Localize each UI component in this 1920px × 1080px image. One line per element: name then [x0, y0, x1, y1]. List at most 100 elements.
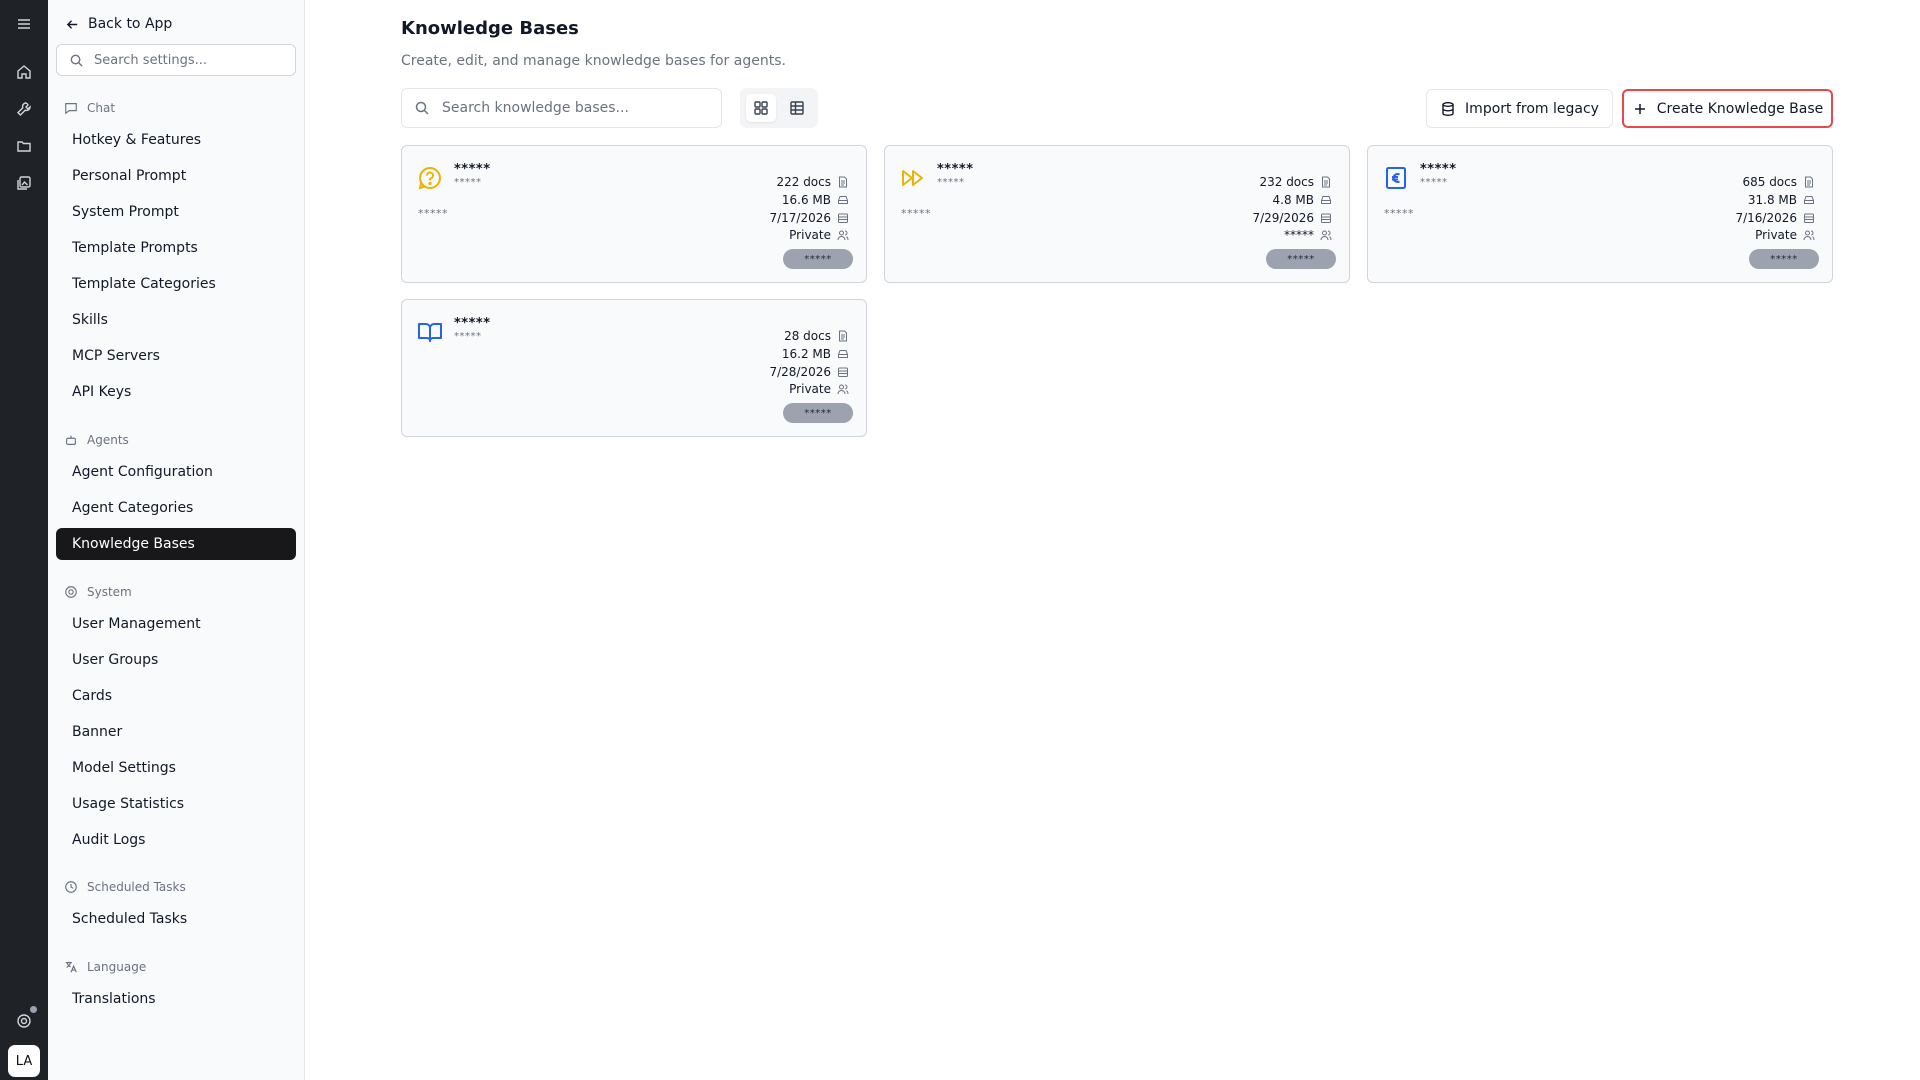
settings-sidebar: Back to App Chat Hotkey & Features Perso…	[48, 0, 305, 1080]
section-label: Scheduled Tasks	[87, 880, 186, 894]
size-value: 31.8 MB	[1747, 192, 1797, 207]
size-value: 4.8 MB	[1272, 192, 1314, 207]
search-icon	[70, 54, 83, 67]
sidebar-item-banner[interactable]: Banner	[56, 716, 296, 748]
docs-count: 222 docs	[776, 174, 831, 189]
card-docs: 28 docs	[784, 327, 849, 344]
card-name: *****	[1420, 162, 1457, 177]
sidebar-item-agent-categories[interactable]: Agent Categories	[56, 492, 296, 524]
date-value: 7/17/2026	[769, 210, 831, 225]
sidebar-item-knowledge-bases[interactable]: Knowledge Bases	[56, 528, 296, 560]
section-label: Agents	[87, 433, 129, 447]
knowledge-base-card[interactable]: ***** ***** ***** 222 docs 16.6 MB 7/17/…	[401, 145, 867, 283]
section-system: System	[64, 583, 132, 601]
card-name: *****	[454, 162, 491, 177]
folder-icon[interactable]	[12, 134, 36, 158]
gallery-icon[interactable]	[12, 171, 36, 195]
card-subtitle: *****	[454, 177, 482, 188]
notification-dot	[30, 1006, 37, 1013]
calendar-icon	[1321, 213, 1331, 223]
sidebar-item-audit-logs[interactable]: Audit Logs	[56, 824, 296, 856]
sidebar-item-user-management[interactable]: User Management	[56, 608, 296, 640]
card-date: 7/17/2026	[769, 209, 849, 226]
card-tag-badge: *****	[783, 403, 853, 423]
knowledge-base-card[interactable]: ***** ***** ***** 685 docs 31.8 MB 7/16/…	[1367, 145, 1833, 283]
sidebar-item-personal-prompt[interactable]: Personal Prompt	[56, 160, 296, 192]
translate-icon	[65, 961, 77, 973]
card-date: 7/29/2026	[1252, 209, 1332, 226]
avatar[interactable]: LA	[8, 1045, 40, 1077]
file-icon	[839, 330, 847, 341]
settings-search[interactable]	[56, 44, 296, 76]
euro-icon	[1383, 165, 1409, 191]
sidebar-item-cards[interactable]: Cards	[56, 680, 296, 712]
menu-icon[interactable]	[12, 12, 36, 36]
hard-drive-icon	[1804, 195, 1814, 204]
create-knowledge-base-button[interactable]: Create Knowledge Base	[1622, 89, 1833, 128]
sidebar-item-system-prompt[interactable]: System Prompt	[56, 196, 296, 228]
app-rail: LA	[0, 0, 48, 1080]
card-visibility: Private	[789, 226, 849, 243]
section-label: System	[87, 585, 132, 599]
users-icon	[837, 384, 849, 394]
home-icon[interactable]	[12, 60, 36, 84]
sidebar-item-template-categories[interactable]: Template Categories	[56, 268, 296, 300]
table-view-icon[interactable]	[782, 94, 812, 122]
arrow-left-icon	[66, 19, 78, 29]
date-value: 7/28/2026	[769, 364, 831, 379]
sidebar-item-skills[interactable]: Skills	[56, 304, 296, 336]
knowledge-base-card[interactable]: ***** ***** ***** 232 docs 4.8 MB 7/29/2…	[884, 145, 1350, 283]
card-docs: 685 docs	[1742, 173, 1815, 190]
calendar-icon	[838, 213, 848, 223]
settings-search-input[interactable]	[94, 52, 284, 68]
sidebar-item-agent-configuration[interactable]: Agent Configuration	[56, 456, 296, 488]
wrench-icon[interactable]	[12, 97, 36, 121]
back-to-app-link[interactable]: Back to App	[65, 13, 172, 35]
import-from-legacy-button[interactable]: Import from legacy	[1426, 89, 1613, 128]
users-icon	[1803, 230, 1815, 240]
calendar-icon	[1804, 213, 1814, 223]
plus-icon	[1634, 103, 1645, 114]
database-icon	[1442, 101, 1454, 116]
grid-view-icon[interactable]	[746, 94, 776, 122]
section-language: Language	[64, 958, 146, 976]
visibility-value: Private	[789, 227, 831, 242]
calendar-icon	[838, 367, 848, 377]
sidebar-item-translations[interactable]: Translations	[56, 983, 296, 1015]
search-icon	[415, 101, 429, 115]
file-icon	[839, 176, 847, 187]
section-label: Chat	[87, 101, 116, 115]
size-value: 16.2 MB	[781, 346, 831, 361]
knowledge-base-search-input[interactable]	[442, 100, 712, 116]
card-tag-badge: *****	[783, 249, 853, 269]
docs-count: 232 docs	[1259, 174, 1314, 189]
docs-count: 685 docs	[1742, 174, 1797, 189]
sidebar-item-api-keys[interactable]: API Keys	[56, 376, 296, 408]
card-date: 7/16/2026	[1735, 209, 1815, 226]
fast-forward-icon	[900, 165, 926, 191]
sidebar-item-hotkey[interactable]: Hotkey & Features	[56, 124, 296, 156]
card-date: 7/28/2026	[769, 363, 849, 380]
page-subtitle: Create, edit, and manage knowledge bases…	[401, 53, 786, 69]
section-agents: Agents	[64, 431, 129, 449]
card-visibility: *****	[1284, 226, 1332, 243]
knowledge-base-card[interactable]: ***** ***** 28 docs 16.2 MB 7/28/2026 Pr…	[401, 299, 867, 437]
card-tag-badge: *****	[1266, 249, 1336, 269]
create-label: Create Knowledge Base	[1656, 100, 1824, 117]
sidebar-item-mcp-servers[interactable]: MCP Servers	[56, 340, 296, 372]
visibility-value: Private	[1755, 227, 1797, 242]
size-value: 16.6 MB	[781, 192, 831, 207]
card-description: *****	[901, 207, 931, 220]
sidebar-item-usage-statistics[interactable]: Usage Statistics	[56, 788, 296, 820]
sidebar-item-user-groups[interactable]: User Groups	[56, 644, 296, 676]
knowledge-base-search[interactable]	[401, 88, 722, 128]
users-icon	[1320, 230, 1332, 240]
card-size: 16.2 MB	[782, 345, 849, 362]
import-label: Import from legacy	[1465, 100, 1599, 117]
help-circle-icon	[417, 165, 443, 191]
sidebar-item-template-prompts[interactable]: Template Prompts	[56, 232, 296, 264]
card-subtitle: *****	[454, 331, 482, 342]
clock-icon	[65, 881, 77, 893]
sidebar-item-scheduled-tasks[interactable]: Scheduled Tasks	[56, 903, 296, 935]
sidebar-item-model-settings[interactable]: Model Settings	[56, 752, 296, 784]
